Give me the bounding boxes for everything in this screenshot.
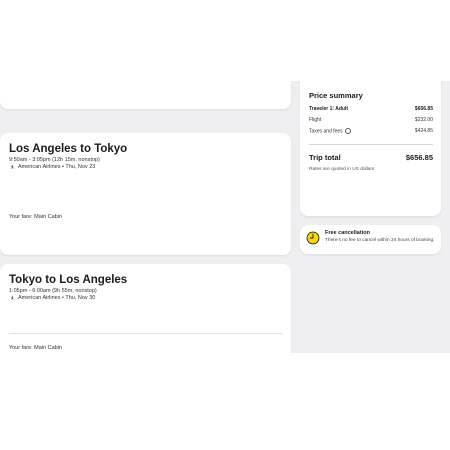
clock-icon — [306, 231, 320, 245]
trip-total-label: Trip total — [309, 153, 341, 162]
return-divider — [9, 333, 282, 334]
taxes-row: Taxes and fees $424.85 — [309, 128, 433, 134]
flight-row: Flight $232.00 — [309, 117, 433, 123]
outbound-airline: American Airlines • Thu, Nov 23 — [18, 164, 96, 170]
traveler-label: Traveler 1: Adult — [309, 106, 348, 112]
flight-label: Flight — [309, 117, 322, 123]
free-cancellation-card: Free cancellation There's no fee to canc… — [300, 225, 441, 254]
price-summary-card: Price summary Traveler 1: Adult $656.85 … — [300, 81, 441, 216]
return-airline-row: American Airlines • Thu, Nov 30 — [9, 295, 95, 301]
airplane-icon — [9, 165, 15, 169]
summary-divider — [309, 144, 433, 145]
previous-card — [0, 81, 291, 109]
outbound-time: 9:50am - 3:05pm (12h 15m, nonstop) — [9, 157, 100, 163]
taxes-value: $424.85 — [414, 128, 433, 134]
outbound-title: Los Angeles to Tokyo — [9, 143, 128, 155]
return-fare: Your fare: Main Cabin — [9, 345, 62, 351]
airplane-icon — [9, 296, 15, 300]
price-summary-title: Price summary — [309, 91, 363, 100]
return-airline: American Airlines • Thu, Nov 30 — [18, 295, 96, 301]
free-cancellation-title: Free cancellation — [325, 230, 370, 236]
trip-total-row: Trip total $656.85 — [309, 153, 433, 162]
outbound-fare: Your fare: Main Cabin — [9, 214, 62, 220]
page-viewport: Los Angeles to Tokyo 9:50am - 3:05pm (12… — [0, 81, 450, 353]
flight-value: $232.00 — [414, 117, 433, 123]
traveler-row: Traveler 1: Adult $656.85 — [309, 106, 433, 112]
return-time: 1:05pm - 6:00am (9h 55m, nonstop) — [9, 288, 97, 294]
trip-total-value: $656.85 — [405, 153, 433, 162]
outbound-flight-card: Los Angeles to Tokyo 9:50am - 3:05pm (12… — [0, 133, 291, 255]
return-flight-card: Tokyo to Los Angeles 1:05pm - 6:00am (9h… — [0, 264, 291, 353]
taxes-label: Taxes and fees — [309, 128, 343, 135]
return-title: Tokyo to Los Angeles — [9, 274, 128, 286]
currency-note: Rates are quoted in US dollars — [309, 167, 375, 172]
outbound-airline-row: American Airlines • Thu, Nov 23 — [9, 164, 95, 170]
traveler-value: $656.85 — [414, 106, 433, 112]
info-icon[interactable] — [344, 128, 351, 134]
free-cancellation-text: There's no fee to cancel within 24 hours… — [325, 238, 435, 243]
